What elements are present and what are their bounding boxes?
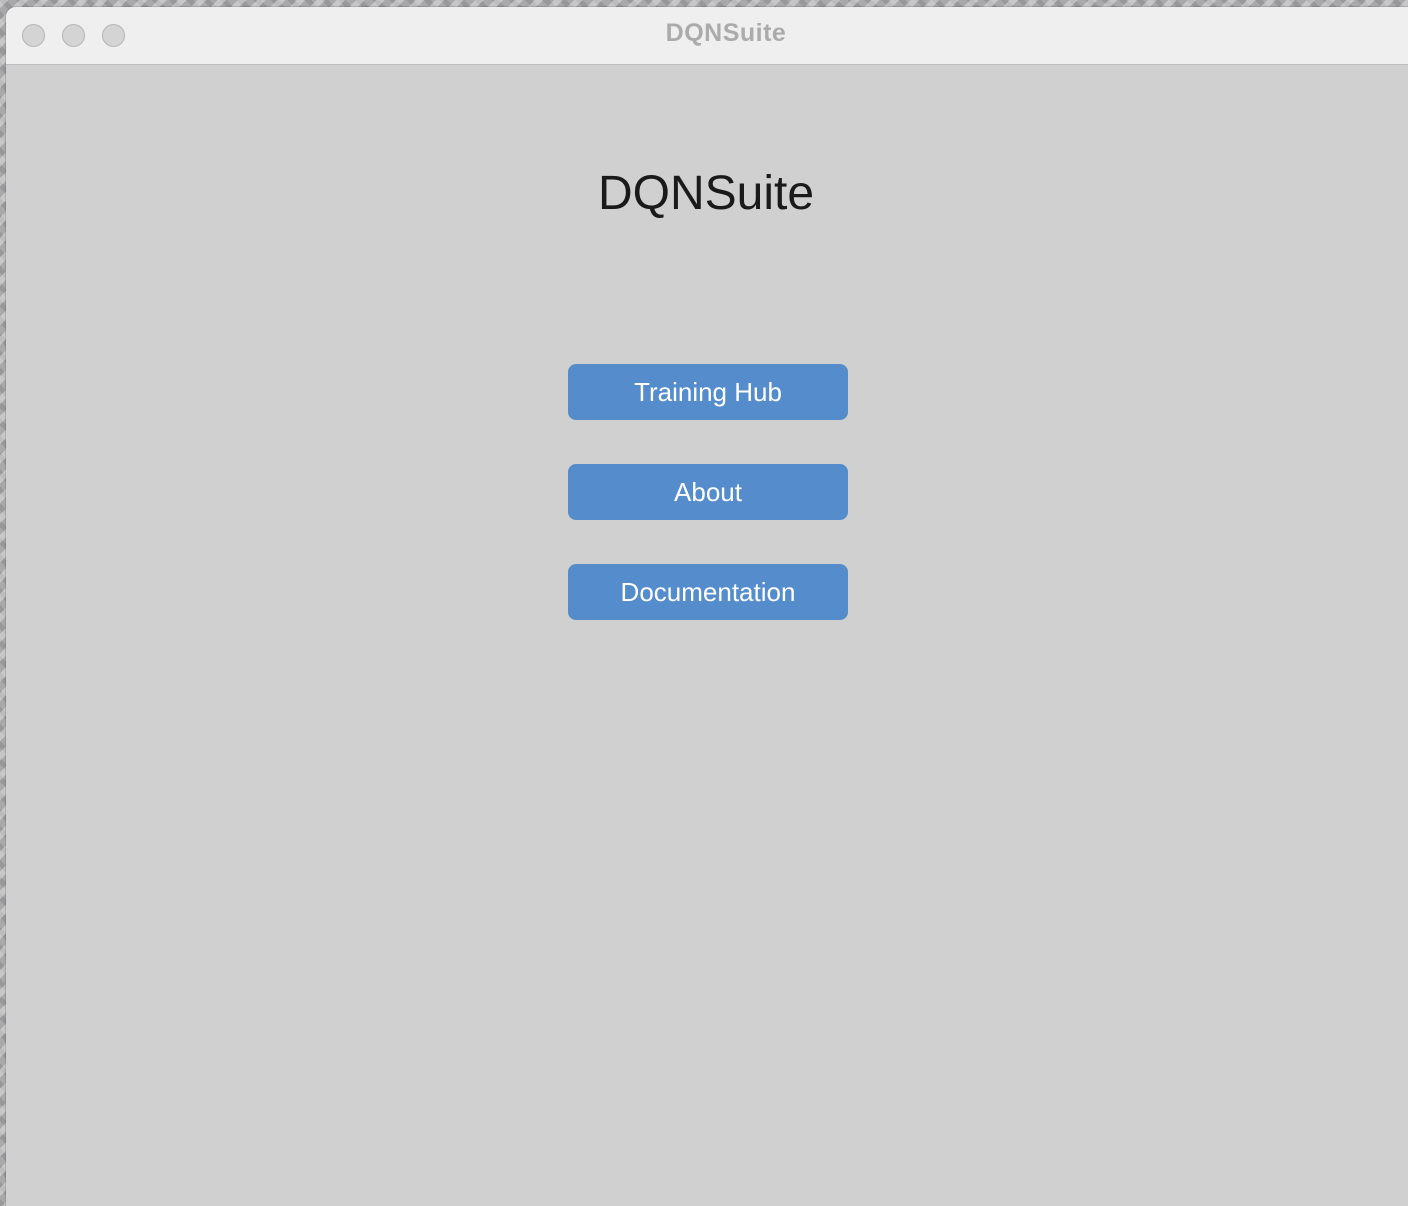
documentation-button[interactable]: Documentation	[568, 564, 848, 620]
window-title: DQNSuite	[665, 19, 787, 47]
training-hub-button[interactable]: Training Hub	[568, 364, 848, 420]
app-window: DQNSuite DQNSuite Training Hub About Doc…	[6, 7, 1408, 1206]
page-title: DQNSuite	[597, 167, 815, 220]
title-bar[interactable]: DQNSuite	[6, 7, 1408, 65]
main-content: DQNSuite Training Hub About Documentatio…	[6, 65, 1408, 1206]
about-button[interactable]: About	[568, 464, 848, 520]
